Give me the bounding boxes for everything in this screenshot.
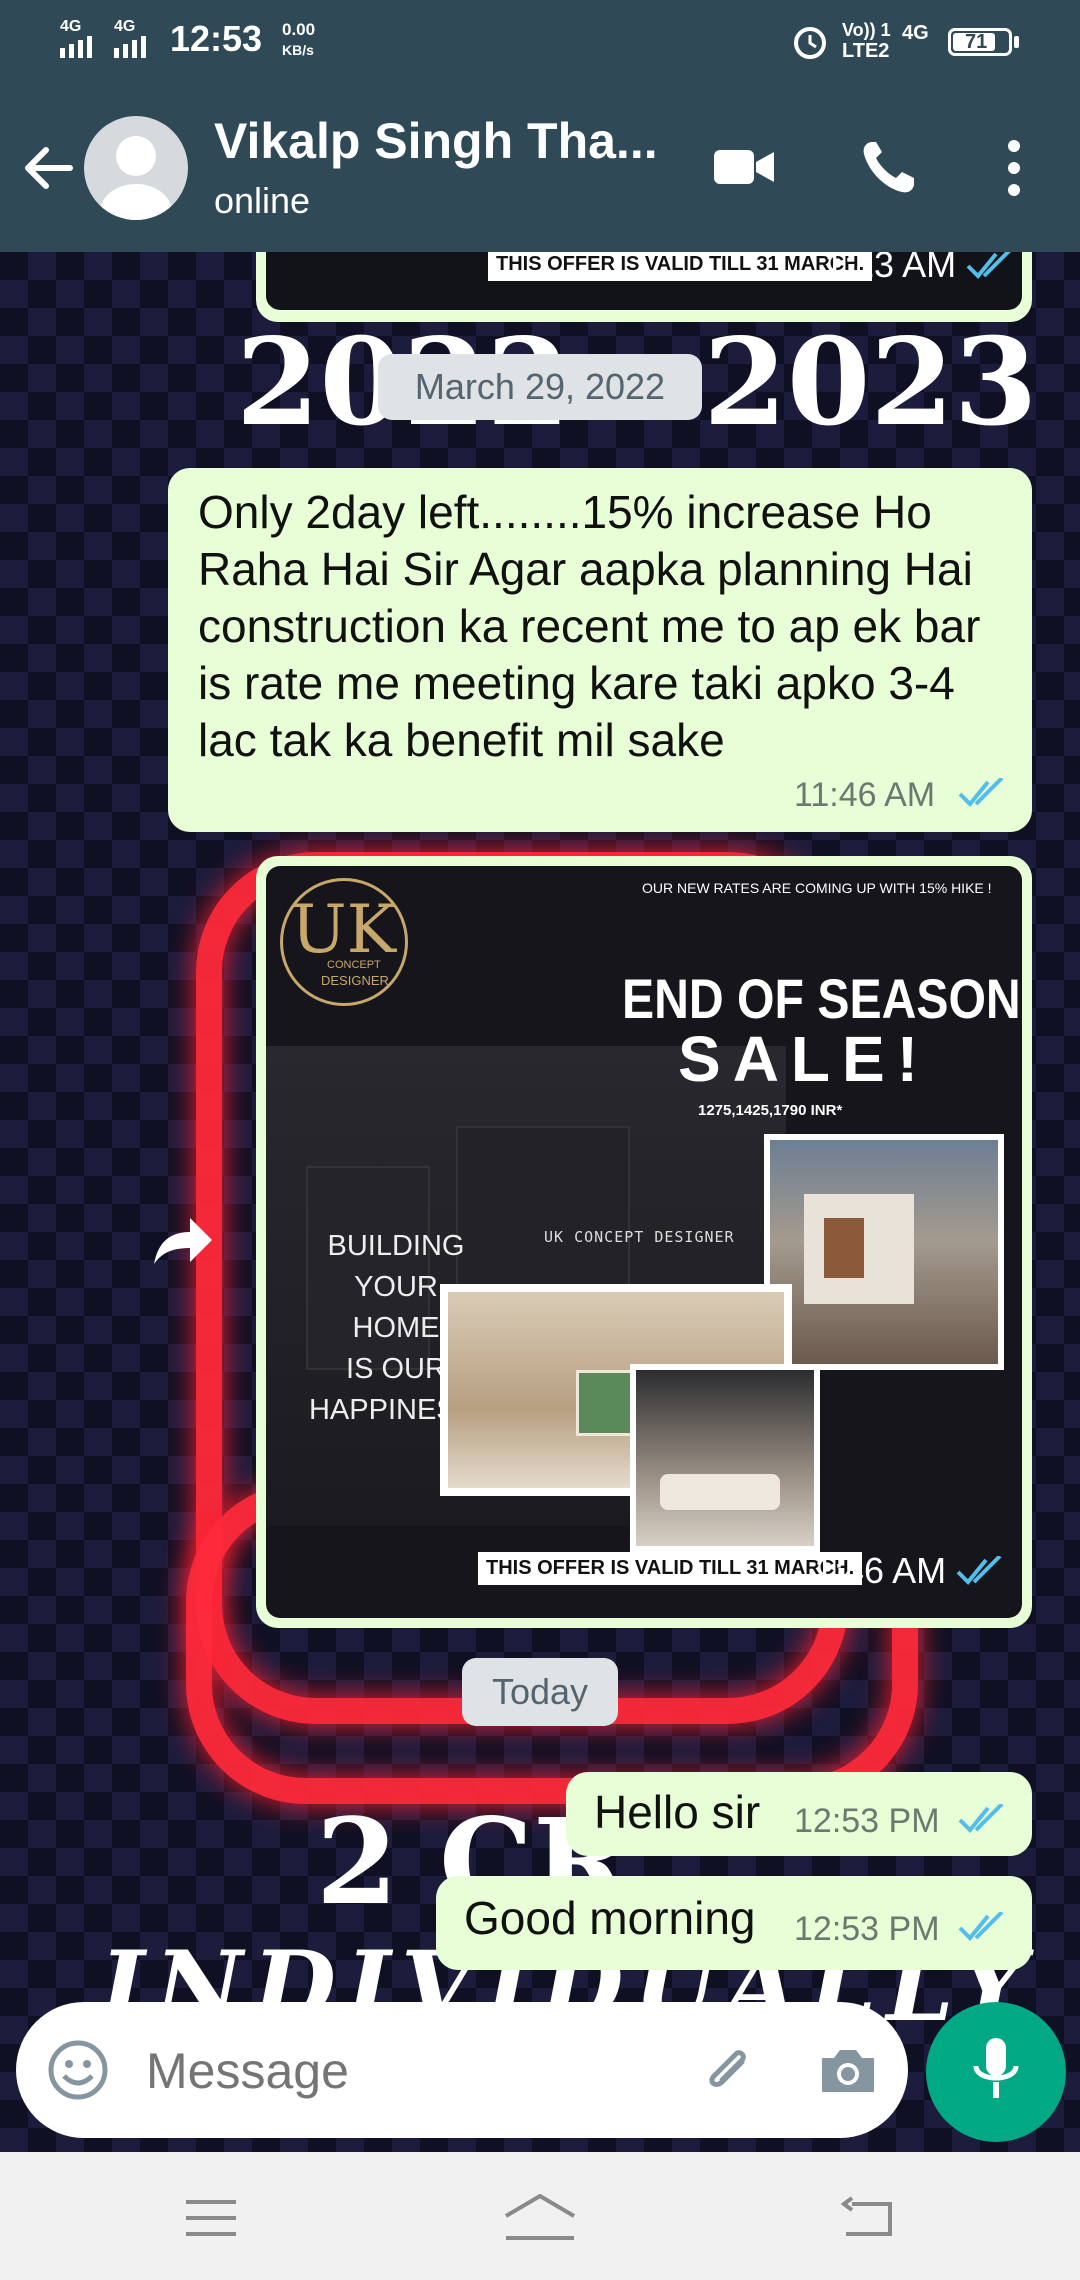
message-time: 1:46 AM <box>814 1550 947 1591</box>
emoji-icon[interactable] <box>46 2038 110 2102</box>
signal-icon-2: 4G <box>110 18 160 62</box>
image-message[interactable]: OUR NEW RATES ARE COMING UP WITH 15% HIK… <box>256 856 1032 1628</box>
poster-headline-2: SALE! <box>678 1023 930 1095</box>
message-time: 11:46 AM <box>794 776 936 814</box>
mic-button[interactable] <box>926 2002 1066 2142</box>
menu-icon[interactable] <box>184 2198 238 2238</box>
more-options-icon[interactable] <box>1004 138 1024 198</box>
message-time: 1:13 AM <box>824 252 957 285</box>
attach-icon[interactable] <box>696 2038 760 2102</box>
system-nav-bar <box>0 2152 1080 2280</box>
prev-image[interactable]: THIS OFFER IS VALID TILL 31 MARCH. 1:13 … <box>266 252 1022 310</box>
alarm-icon <box>794 27 826 59</box>
status-bar: 4G 4G 12:53 0.00 KB/s Vo)) 1 LTE2 4G 71 <box>0 0 1080 82</box>
avatar[interactable] <box>84 116 188 220</box>
sale-poster-image[interactable]: OUR NEW RATES ARE COMING UP WITH 15% HIK… <box>266 866 1022 1618</box>
status-time: 12:53 <box>170 18 263 59</box>
contact-status: online <box>214 180 311 221</box>
poster-rates: 1275,1425,1790 INR* <box>698 1102 843 1119</box>
back-arrow-icon[interactable] <box>20 140 76 196</box>
message-input[interactable] <box>144 2032 688 2110</box>
uk-logo: UK CONCEPT DESIGNER <box>280 878 408 1006</box>
read-receipt-icon <box>966 252 1011 279</box>
outgoing-message[interactable]: Only 2day left........15% increase Ho Ra… <box>168 468 1032 832</box>
message-composer <box>16 2002 908 2138</box>
read-receipt-icon <box>956 1556 1002 1585</box>
message-time: 12:53 PM <box>794 1802 940 1840</box>
message-text: Good morning <box>464 1892 756 1944</box>
mic-icon <box>973 2038 1019 2098</box>
signal-icon: 4G <box>58 18 104 62</box>
chat-area[interactable]: 2022 - 2023 2 CR INDIVIDUALLY THIS OFFER… <box>0 252 1080 2152</box>
lte-label: LTE2 <box>842 40 890 62</box>
back-icon[interactable] <box>840 2196 896 2240</box>
house-exterior-photo <box>764 1134 1004 1370</box>
message-text: Hello sir <box>594 1786 761 1838</box>
battery-level: 71 <box>965 31 988 53</box>
outgoing-message[interactable]: Good morning 12:53 PM <box>436 1876 1032 1970</box>
battery-icon: 71 <box>948 28 1012 56</box>
home-icon[interactable] <box>502 2192 578 2242</box>
poster-brand: UK CONCEPT DESIGNER <box>544 1228 735 1246</box>
prev-image-message[interactable]: THIS OFFER IS VALID TILL 31 MARCH. 1:13 … <box>256 252 1032 322</box>
volte-label: Vo)) 1 <box>842 20 891 40</box>
contact-name[interactable]: Vikalp Singh Tha... <box>214 112 658 170</box>
voice-call-icon[interactable] <box>858 138 918 198</box>
video-call-icon[interactable] <box>712 144 776 190</box>
message-text: Only 2day left........15% increase Ho Ra… <box>198 486 981 766</box>
offer-caption: THIS OFFER IS VALID TILL 31 MARCH. <box>478 1552 863 1585</box>
read-receipt-icon <box>958 1912 1004 1941</box>
read-receipt-icon <box>958 778 1004 807</box>
network-speed: 0.00 <box>282 20 316 39</box>
outgoing-message[interactable]: Hello sir 12:53 PM <box>566 1772 1032 1856</box>
living-room-photo <box>630 1364 820 1552</box>
message-time: 12:53 PM <box>794 1910 940 1948</box>
offer-caption: THIS OFFER IS VALID TILL 31 MARCH. <box>488 252 873 281</box>
net-label: 4G <box>902 22 929 44</box>
read-receipt-icon <box>958 1804 1004 1833</box>
poster-top-note: OUR NEW RATES ARE COMING UP WITH 15% HIK… <box>642 880 992 896</box>
camera-icon[interactable] <box>816 2042 880 2098</box>
chat-header: Vikalp Singh Tha... online <box>0 82 1080 252</box>
forward-icon[interactable] <box>150 1214 214 1268</box>
network-speed-unit: KB/s <box>282 42 314 58</box>
person-icon <box>100 136 172 220</box>
date-chip-today: Today <box>462 1658 618 1726</box>
date-chip: March 29, 2022 <box>378 354 702 420</box>
